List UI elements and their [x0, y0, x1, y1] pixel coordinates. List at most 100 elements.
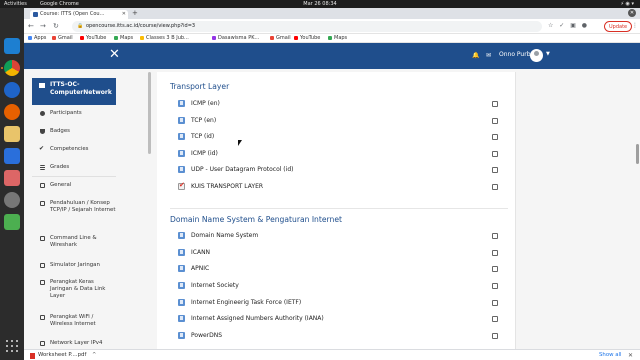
activity-tcp-id[interactable]: TCP (id)	[178, 132, 498, 141]
close-drawer-icon[interactable]: ✕	[109, 48, 120, 62]
update-button[interactable]: Update	[604, 21, 633, 32]
bookmark-youtube-2[interactable]: YouTube	[294, 34, 320, 43]
completion-checkbox[interactable]	[492, 101, 498, 107]
completion-checkbox[interactable]	[492, 316, 498, 322]
drawer-current-course[interactable]: ITTS-OC-ComputerNetwork	[32, 78, 116, 105]
activity-icmp-id[interactable]: ICMP (id)	[178, 149, 498, 158]
browser-menu-icon[interactable]: ⋮	[632, 22, 638, 29]
page-scrollbar[interactable]	[636, 144, 639, 164]
activity-icann[interactable]: ICANN	[178, 248, 498, 257]
completion-checkbox[interactable]	[492, 333, 498, 339]
trash-icon[interactable]	[4, 214, 20, 230]
bookmark-classes[interactable]: Classes 3 B Jub...	[140, 34, 189, 43]
completion-checkbox[interactable]	[492, 167, 498, 173]
activity-dns[interactable]: Domain Name System	[178, 231, 498, 240]
software-icon[interactable]	[4, 170, 20, 186]
close-tab-icon[interactable]: ✕	[122, 10, 126, 19]
chrome-icon[interactable]	[4, 60, 20, 76]
activity-tcp-en[interactable]: TCP (en)	[178, 116, 498, 125]
writer-icon[interactable]	[4, 148, 20, 164]
nav-section-perangkat-keras[interactable]: Perangkat Keras Jaringan & Data Link Lay…	[32, 279, 116, 300]
app-dock	[0, 8, 24, 360]
nav-section-command-line[interactable]: Command Line & Wireshark	[32, 235, 116, 249]
system-clock[interactable]: Mar 26 08:34	[0, 0, 640, 8]
activity-ietf[interactable]: Internet Engineerig Task Force (IETF)	[178, 298, 498, 307]
system-tray[interactable]: ⚡ ◉ ▾	[620, 0, 634, 8]
completion-checkbox[interactable]	[492, 151, 498, 157]
nav-drawer: ITTS-OC-ComputerNetwork Participants Bad…	[32, 78, 116, 349]
nav-competencies[interactable]: Competencies	[32, 145, 116, 153]
completion-checkbox[interactable]	[492, 283, 498, 289]
lock-icon: 🔒	[77, 23, 84, 29]
activity-apnic[interactable]: APNIC	[178, 264, 498, 273]
page-icon	[178, 100, 185, 107]
vscode-icon[interactable]	[4, 38, 20, 54]
bookmark-maps-2[interactable]: Maps	[328, 34, 347, 43]
section-divider	[170, 208, 508, 209]
bookmarks-bar: Apps Gmail YouTube Maps Classes 3 B Jub.…	[24, 34, 640, 43]
user-menu-caret-icon[interactable]: ▼	[546, 51, 550, 57]
files-icon[interactable]	[4, 126, 20, 142]
course-icon	[39, 83, 45, 88]
show-all-link[interactable]: Show all	[599, 351, 622, 360]
tab-course[interactable]: Course: ITTS (Open Cou... ✕	[30, 10, 128, 19]
messages-icon[interactable]: ✉	[486, 52, 491, 59]
activity-powerdns[interactable]: PowerDNS	[178, 331, 498, 340]
bookmark-maps[interactable]: Maps	[114, 34, 133, 43]
nav-badges[interactable]: Badges	[32, 128, 116, 135]
address-bar[interactable]: 🔒 opencourse.itts.ac.id/course/view.php?…	[72, 21, 542, 32]
back-icon[interactable]: ←	[28, 22, 34, 30]
favicon-icon	[33, 12, 38, 17]
quiz-icon	[178, 181, 185, 190]
download-item[interactable]: Worksheet P....pdf ^	[28, 351, 96, 360]
folder-icon	[40, 201, 45, 206]
forward-icon[interactable]: →	[40, 22, 46, 30]
activity-kuis-transport[interactable]: KUIS TRANSPORT LAYER	[178, 181, 498, 191]
bookmark-gmail[interactable]: Gmail	[52, 34, 73, 43]
nav-section-general[interactable]: General	[32, 182, 116, 189]
thunderbird-icon[interactable]	[4, 82, 20, 98]
new-tab-icon[interactable]: +	[132, 9, 138, 17]
nav-grades[interactable]: Grades	[32, 164, 116, 171]
pdf-icon	[30, 353, 35, 359]
settings-icon[interactable]	[4, 192, 20, 208]
bookmark-youtube[interactable]: YouTube	[80, 34, 106, 43]
nav-section-pendahuluan[interactable]: Pendahuluan / Konsep TCP/IP / Sejarah In…	[32, 200, 116, 214]
activity-icmp-en[interactable]: ICMP (en)	[178, 99, 498, 108]
activity-udp-id[interactable]: UDP - User Datagram Protocol (id)	[178, 165, 498, 174]
completion-checkbox[interactable]	[492, 266, 498, 272]
checkbox-icon	[39, 145, 45, 152]
nav-participants[interactable]: Participants	[32, 110, 116, 117]
bookmark-dasawisma[interactable]: Dasawisma PK...	[212, 34, 259, 43]
user-name[interactable]: Onno Purbo	[499, 51, 534, 58]
completion-checkbox[interactable]	[492, 118, 498, 124]
url-text: opencourse.itts.ac.id/course/view.php?id…	[86, 23, 196, 29]
drawer-scrollbar[interactable]	[148, 72, 151, 154]
window-close-icon[interactable]: ✕	[628, 9, 636, 17]
bookmark-apps[interactable]: Apps	[28, 34, 46, 43]
completion-checkbox[interactable]	[492, 184, 498, 190]
avatar[interactable]	[530, 49, 543, 62]
chevron-up-icon[interactable]: ^	[92, 352, 96, 358]
page-icon	[178, 315, 185, 322]
activity-iana[interactable]: Internet Assigned Numbers Authority (IAN…	[178, 314, 498, 323]
firefox-icon[interactable]	[4, 104, 20, 120]
completion-checkbox[interactable]	[492, 300, 498, 306]
bookmark-gmail-2[interactable]: Gmail	[270, 34, 291, 43]
tab-title: Course: ITTS (Open Cou...	[40, 11, 105, 17]
completion-checkbox[interactable]	[492, 233, 498, 239]
activity-internet-society[interactable]: Internet Society	[178, 281, 498, 290]
reload-icon[interactable]: ↻	[53, 22, 59, 30]
nav-section-network-layer[interactable]: Network Layer IPv4	[32, 340, 116, 347]
nav-section-simulator[interactable]: Simulator Jaringan	[32, 262, 116, 269]
nav-section-perangkat-wifi[interactable]: Perangkat WiFi / Wireless Internet	[32, 314, 116, 328]
completion-checkbox[interactable]	[492, 134, 498, 140]
page-icon	[178, 282, 185, 289]
section-title-transport[interactable]: Transport Layer	[170, 82, 229, 91]
extension-icons[interactable]: ☆ ✓ ▣ ●	[548, 22, 589, 29]
section-title-dns[interactable]: Domain Name System & Pengaturan Internet	[170, 215, 342, 224]
notification-bell-icon[interactable]: 🔔	[472, 52, 479, 59]
close-downloads-icon[interactable]: ✕	[628, 351, 633, 360]
show-apps-icon[interactable]	[6, 340, 18, 352]
completion-checkbox[interactable]	[492, 250, 498, 256]
